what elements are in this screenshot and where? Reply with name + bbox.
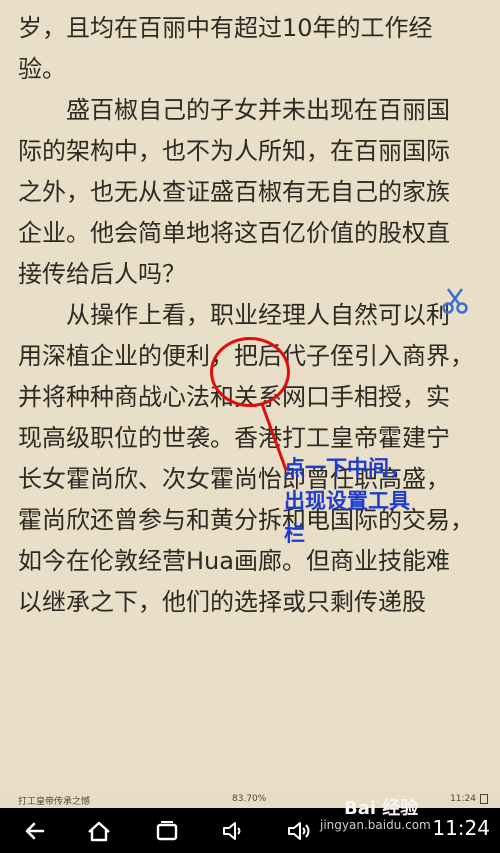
book-title: 打工皇帝传承之憾	[18, 797, 91, 807]
reading-progress: 83.70%	[232, 794, 267, 804]
text-line: 如今在伦敦经营Hua画廊。但商业技能难	[18, 547, 450, 575]
back-button[interactable]	[18, 816, 52, 846]
reader-page[interactable]: 岁，且均在百丽中有超过10年的工作经 验。 盛百椒自己的子女并未出现在百丽国 际…	[0, 0, 500, 790]
scissors-icon	[442, 288, 468, 314]
home-button[interactable]	[82, 816, 116, 846]
text-line: 际的架构中，也不为人所知，在百丽国际	[18, 137, 450, 165]
text-line: 岁，且均在百丽中有超过10年的工作经	[18, 14, 433, 42]
home-icon	[88, 821, 110, 842]
watermark-logo: Bai 经验	[344, 798, 419, 819]
text-line: 从操作上看，职业经理人自然可以利	[66, 301, 450, 329]
volume-up-button[interactable]	[282, 816, 316, 846]
text-line: 盛百椒自己的子女并未出现在百丽国	[66, 96, 450, 124]
baidu-jingyan-watermark: Bai 经验 jingyan.baidu.com	[320, 792, 470, 832]
annotation-line: 栏	[284, 522, 305, 546]
watermark-url: jingyan.baidu.com	[320, 818, 431, 832]
text-line: 之外，也无从查证盛百椒有无自己的家族	[18, 178, 450, 206]
paragraph-2: 盛百椒自己的子女并未出现在百丽国 际的架构中，也不为人所知，在百丽国际 之外，也…	[18, 90, 488, 295]
annotation-line: 出现设置工具	[284, 489, 410, 513]
text-line: 以继承之下，他们的选择或只剩传递股	[18, 588, 426, 616]
recent-apps-icon	[156, 821, 178, 841]
text-line: 验。	[18, 55, 66, 83]
annotation-circle	[210, 337, 290, 407]
annotation-text: 点一下中间， 出现设置工具 栏	[284, 452, 464, 551]
paragraph-1: 岁，且均在百丽中有超过10年的工作经 验。	[18, 8, 488, 90]
back-arrow-icon	[25, 822, 45, 840]
text-line: 现高级职位的世袭。香港打工皇帝霍建宁	[18, 424, 450, 452]
annotation-line: 点一下中间，	[284, 456, 410, 480]
volume-down-button[interactable]	[216, 816, 250, 846]
battery-icon	[480, 794, 488, 804]
volume-down-icon	[223, 822, 241, 840]
recent-apps-button[interactable]	[150, 816, 184, 846]
text-line: 接传给后人吗？	[18, 260, 186, 288]
text-line: 企业。他会简单地将这百亿价值的股权直	[18, 219, 450, 247]
volume-up-icon	[288, 822, 310, 840]
